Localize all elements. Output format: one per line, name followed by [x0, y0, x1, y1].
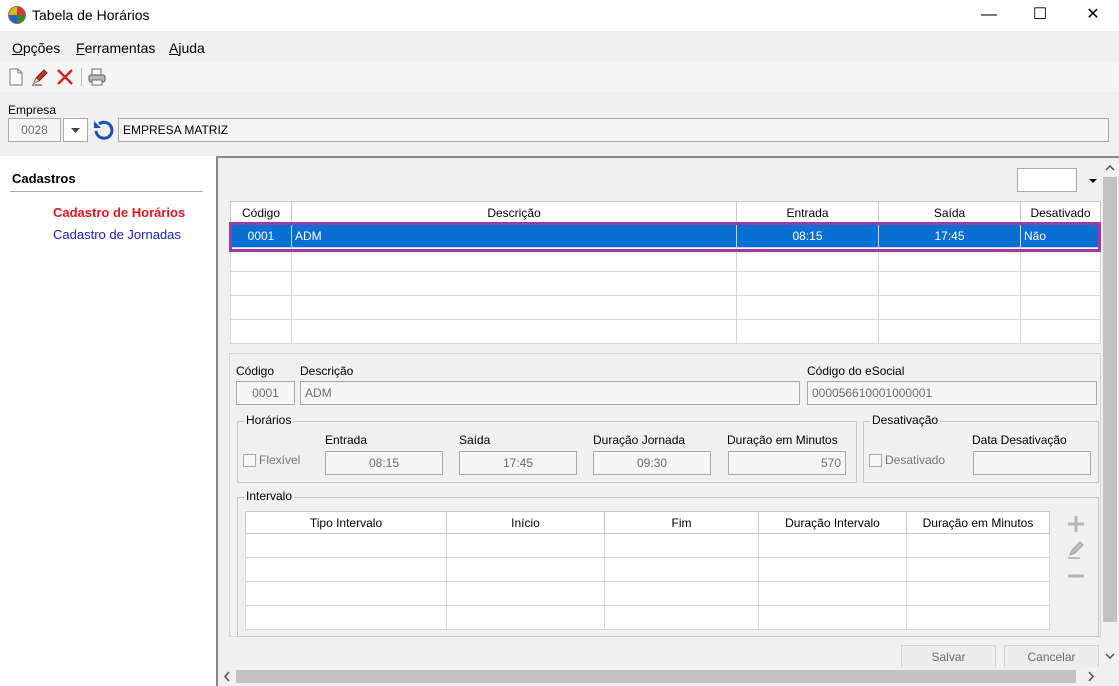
chevron-down-icon	[1089, 179, 1097, 183]
sidebar-title: Cadastros	[12, 171, 76, 186]
table-row[interactable]: 0001 ADM 08:15 17:45 Não	[230, 223, 1101, 248]
scroll-left-icon[interactable]	[220, 667, 234, 686]
entrada-field[interactable]: 08:15	[325, 451, 443, 475]
col-header-descricao[interactable]: Descrição	[291, 201, 737, 224]
refresh-empresa-button[interactable]	[92, 118, 116, 142]
codigo-field[interactable]: 0001	[236, 381, 295, 405]
minimize-button[interactable]: —	[966, 0, 1012, 31]
menu-ajuda[interactable]: Ajuda	[169, 40, 205, 56]
table-row[interactable]	[230, 247, 1101, 272]
codigo-label: Código	[236, 364, 275, 378]
table-row[interactable]	[245, 533, 1050, 558]
app-logo-icon	[8, 6, 26, 24]
col-header-saida[interactable]: Saída	[878, 201, 1021, 224]
checkbox-box	[243, 453, 256, 467]
sidebar-divider	[10, 191, 203, 192]
horarios-group-title: Horários	[244, 413, 294, 427]
desativado-checkbox[interactable]: Desativado	[869, 453, 945, 467]
cancelar-button[interactable]: Cancelar	[1004, 645, 1099, 669]
refresh-arrow-icon	[94, 120, 114, 140]
cell-saida[interactable]: 17:45	[878, 223, 1021, 248]
empresa-name-field: EMPRESA MATRIZ	[118, 118, 1109, 142]
duracao-minutos-label: Duração em Minutos	[727, 433, 838, 447]
title-bar: Tabela de Horários — ☐ ✕	[0, 0, 1119, 31]
close-button[interactable]: ✕	[1070, 0, 1116, 31]
filter-combo-dropdown[interactable]	[1087, 172, 1099, 190]
delete-x-icon[interactable]	[56, 68, 74, 86]
horizontal-scroll-thumb[interactable]	[236, 670, 1076, 683]
maximize-button[interactable]: ☐	[1017, 0, 1063, 31]
table-row[interactable]	[230, 295, 1101, 320]
checkbox-box	[869, 453, 882, 467]
col-header-duracao-minutos[interactable]: Duração em Minutos	[906, 511, 1050, 534]
chevron-down-icon	[71, 128, 80, 133]
window-title: Tabela de Horários	[32, 7, 150, 23]
sidebar-item-cadastro-jornadas[interactable]: Cadastro de Jornadas	[53, 227, 181, 242]
col-header-tipo-intervalo[interactable]: Tipo Intervalo	[245, 511, 447, 534]
intervalo-group-title: Intervalo	[244, 489, 295, 503]
table-row[interactable]	[245, 581, 1050, 606]
flexivel-checkbox[interactable]: Flexível	[243, 453, 300, 467]
cell-desativado[interactable]: Não	[1020, 223, 1101, 248]
horizontal-scrollbar[interactable]	[218, 667, 1101, 686]
intervalo-table: Tipo Intervalo Início Fim Duração Interv…	[245, 511, 1050, 630]
col-header-duracao-intervalo[interactable]: Duração Intervalo	[758, 511, 907, 534]
sidebar-item-cadastro-horarios[interactable]: Cadastro de Horários	[53, 205, 185, 220]
scroll-right-icon[interactable]	[1084, 667, 1098, 686]
cell-codigo[interactable]: 0001	[230, 223, 292, 248]
edit-intervalo-icon[interactable]	[1066, 540, 1086, 560]
cell-entrada[interactable]: 08:15	[736, 223, 879, 248]
empresa-label: Empresa	[8, 103, 57, 117]
saida-field[interactable]: 17:45	[459, 451, 577, 475]
empresa-dropdown-button[interactable]	[63, 118, 88, 142]
empresa-code-field[interactable]: 0028	[8, 118, 61, 142]
remove-intervalo-icon[interactable]	[1066, 566, 1086, 586]
desativacao-group-title: Desativação	[870, 413, 941, 427]
toolbar	[0, 62, 1119, 92]
saida-label: Saída	[459, 433, 491, 447]
edit-pencil-icon[interactable]	[31, 68, 49, 86]
duracao-minutos-field[interactable]: 570	[728, 451, 846, 475]
menu-opcoes[interactable]: Opções	[12, 40, 60, 56]
vertical-scrollbar[interactable]	[1101, 159, 1119, 667]
vertical-scroll-thumb[interactable]	[1103, 177, 1117, 622]
duracao-jornada-label: Duração Jornada	[593, 433, 686, 447]
descricao-label: Descrição	[300, 364, 354, 378]
table-row[interactable]	[230, 319, 1101, 344]
print-icon[interactable]	[88, 68, 106, 86]
toolbar-separator	[81, 68, 82, 86]
horarios-table: Código Descrição Entrada Saída Desativad…	[230, 201, 1101, 344]
col-header-inicio[interactable]: Início	[446, 511, 605, 534]
col-header-desativado[interactable]: Desativado	[1020, 201, 1101, 224]
horarios-table-header: Código Descrição Entrada Saída Desativad…	[230, 201, 1101, 224]
sidebar: Cadastros Cadastro de Horários Cadastro …	[0, 156, 216, 686]
cell-descricao[interactable]: ADM	[291, 223, 737, 248]
scroll-up-icon[interactable]	[1101, 161, 1119, 175]
data-desativacao-label: Data Desativação	[972, 433, 1067, 447]
menu-ferramentas[interactable]: Ferramentas	[76, 40, 155, 56]
entrada-label: Entrada	[325, 433, 368, 447]
descricao-field[interactable]: ADM	[300, 381, 800, 405]
esocial-label: Código do eSocial	[807, 364, 905, 378]
col-header-codigo[interactable]: Código	[230, 201, 292, 224]
table-row[interactable]	[245, 557, 1050, 582]
table-row[interactable]	[230, 271, 1101, 296]
duracao-jornada-field[interactable]: 09:30	[593, 451, 711, 475]
scroll-down-icon[interactable]	[1101, 649, 1119, 663]
table-row[interactable]	[245, 605, 1050, 630]
intervalo-table-header: Tipo Intervalo Início Fim Duração Interv…	[245, 511, 1050, 534]
add-intervalo-icon[interactable]	[1066, 514, 1086, 534]
data-desativacao-field[interactable]	[973, 451, 1091, 475]
esocial-field[interactable]: 000056610001000001	[807, 381, 1097, 405]
new-document-icon[interactable]	[7, 68, 25, 86]
menu-bar: Opções Ferramentas Ajuda	[0, 36, 1119, 60]
col-header-entrada[interactable]: Entrada	[736, 201, 879, 224]
salvar-button[interactable]: Salvar	[901, 645, 996, 669]
col-header-fim[interactable]: Fim	[604, 511, 759, 534]
filter-combo[interactable]	[1017, 168, 1077, 192]
